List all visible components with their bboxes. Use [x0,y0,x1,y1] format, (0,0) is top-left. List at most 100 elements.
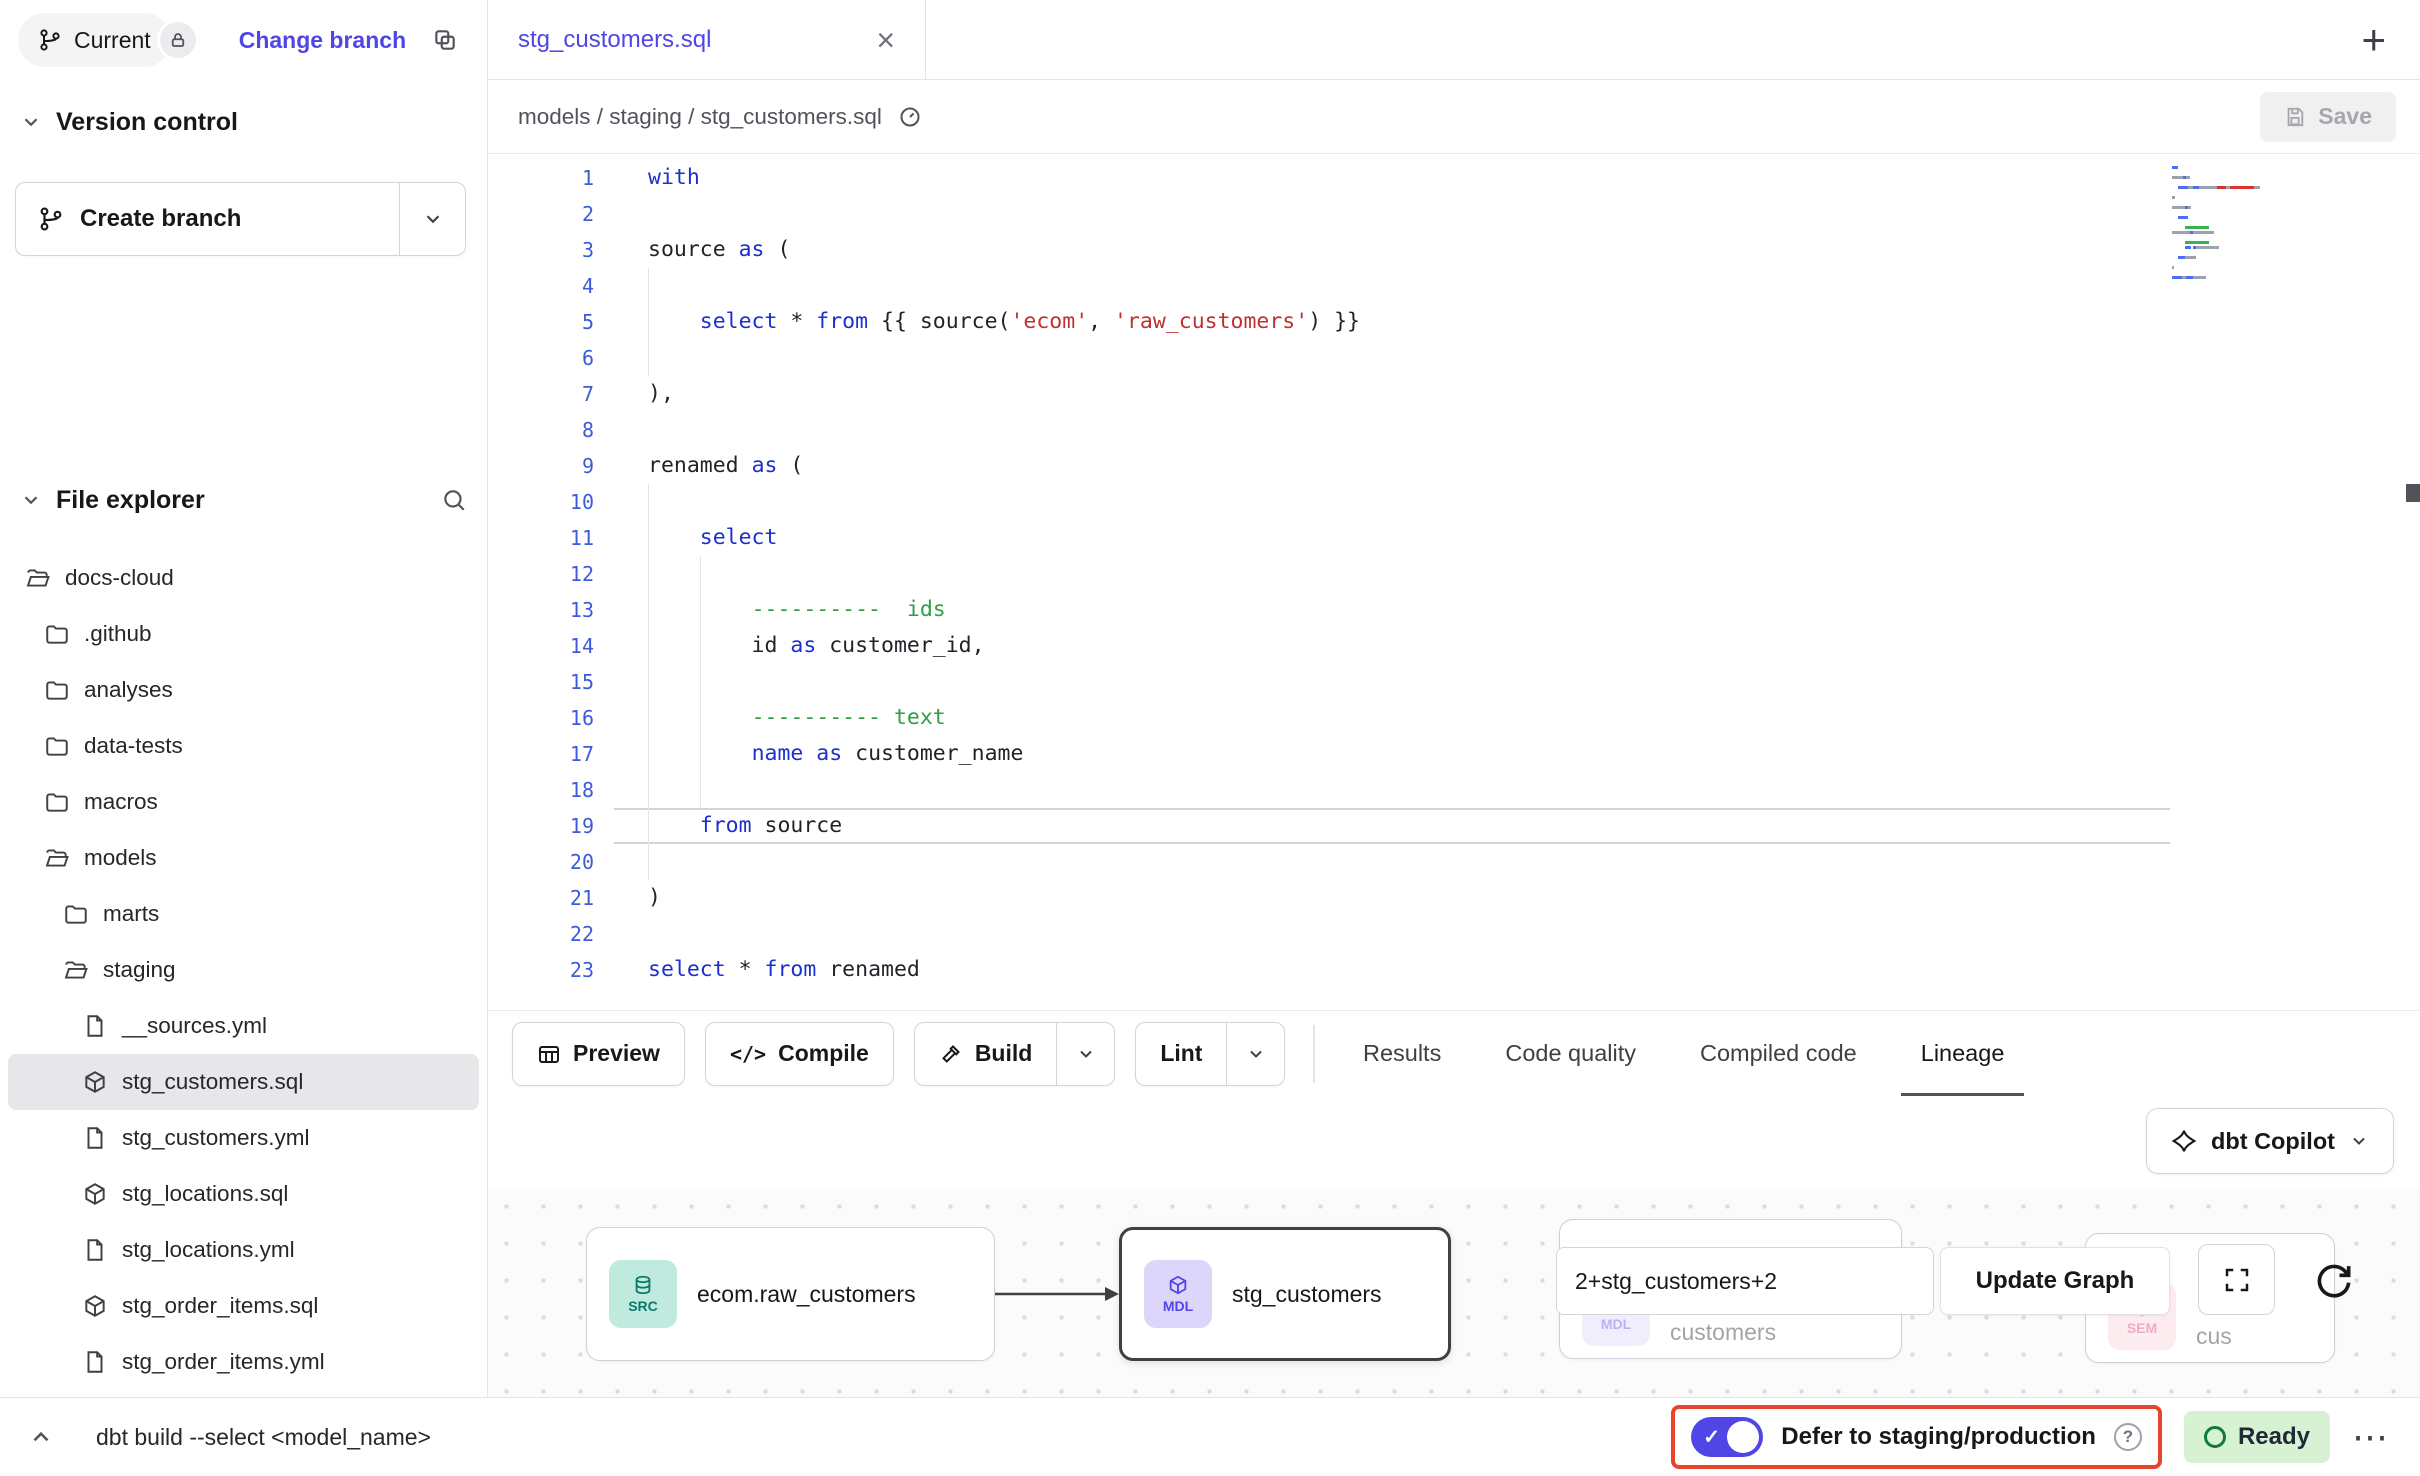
code-text[interactable]: ), [648,376,2170,412]
file-tree-item[interactable]: .github [8,606,479,662]
current-branch-button[interactable]: Current [18,13,171,67]
code-text[interactable] [648,844,2170,880]
code-line[interactable]: 3 source as ( [488,232,2420,268]
code-line[interactable]: 21 ) [488,880,2420,916]
defer-toggle[interactable]: ✓ [1691,1417,1763,1457]
code-text[interactable] [648,268,2170,304]
code-line[interactable]: 20 [488,844,2420,880]
file-tree-item[interactable]: marts [8,886,479,942]
code-text[interactable]: select * from renamed [648,952,2170,988]
file-tree-item[interactable]: analyses [8,662,479,718]
code-text[interactable] [648,484,2170,520]
code-line[interactable]: 2 [488,196,2420,232]
minimap[interactable] [2172,166,2292,281]
build-button[interactable]: Build [914,1022,1116,1086]
save-button[interactable]: Save [2260,92,2396,142]
code-text[interactable]: ---------- text [648,700,2170,736]
file-tree-item[interactable]: stg_customers.sql [8,1054,479,1110]
code-line[interactable]: 13 ---------- ids [488,592,2420,628]
code-line[interactable]: 10 [488,484,2420,520]
code-line[interactable]: 18 [488,772,2420,808]
code-line[interactable]: 1 with [488,160,2420,196]
code-line[interactable]: 5 select * from {{ source('ecom', 'raw_c… [488,304,2420,340]
code-text[interactable]: select * from {{ source('ecom', 'raw_cus… [648,304,2170,340]
create-branch-button[interactable]: Create branch [15,182,466,256]
tab-results[interactable]: Results [1331,1011,1473,1096]
help-icon[interactable]: ? [2114,1423,2142,1451]
code-text[interactable]: source as ( [648,232,2170,268]
code-line[interactable]: 15 [488,664,2420,700]
file-explorer-header[interactable]: File explorer [0,472,487,528]
code-line[interactable]: 4 [488,268,2420,304]
file-tree-item[interactable]: models [8,830,479,886]
code-text[interactable] [648,412,2170,448]
code-text[interactable] [648,556,2170,592]
code-text[interactable]: from source [648,808,2170,844]
refresh-button[interactable] [2312,1257,2356,1307]
file-tree-item[interactable]: stg_order_items.sql [8,1278,479,1334]
file-tree-item[interactable]: __sources.yml [8,998,479,1054]
more-options-button[interactable]: ⋯ [2352,1419,2390,1455]
change-branch-link[interactable]: Change branch [239,27,406,54]
code-text[interactable]: select [648,520,2170,556]
code-line[interactable]: 14 id as customer_id, [488,628,2420,664]
file-tree-item[interactable]: docs-cloud [8,550,479,606]
code-text[interactable] [648,916,2170,952]
compile-button[interactable]: </> Compile [705,1022,894,1086]
code-line[interactable]: 11 select [488,520,2420,556]
tab-compiled-code[interactable]: Compiled code [1668,1011,1889,1096]
model-status-icon[interactable] [898,105,922,129]
tab-lineage[interactable]: Lineage [1889,1011,2037,1096]
lint-dropdown-caret[interactable] [1226,1023,1284,1085]
copy-icon[interactable] [432,27,458,53]
code-line[interactable]: 16 ---------- text [488,700,2420,736]
code-line[interactable]: 7 ), [488,376,2420,412]
code-line[interactable]: 22 [488,916,2420,952]
build-dropdown-caret[interactable] [1056,1023,1114,1085]
tab-stg-customers-sql[interactable]: stg_customers.sql × [488,0,926,79]
file-tree-item[interactable]: data-tests [8,718,479,774]
code-text[interactable] [648,664,2170,700]
code-line[interactable]: 8 [488,412,2420,448]
file-tree-item[interactable]: stg_customers.yml [8,1110,479,1166]
code-line[interactable]: 9 renamed as ( [488,448,2420,484]
file-tree-item[interactable]: stg_order_items.yml [8,1334,479,1390]
tab-code-quality[interactable]: Code quality [1473,1011,1668,1096]
chevron-up-icon[interactable] [28,1424,54,1450]
update-graph-button[interactable]: Update Graph [1940,1247,2170,1315]
lint-button[interactable]: Lint [1135,1022,1285,1086]
lineage-selector-input[interactable] [1556,1247,1934,1315]
code-text[interactable]: ---------- ids [648,592,2170,628]
code-text[interactable] [648,772,2170,808]
lineage-canvas[interactable]: MDL customers SEM cus SRC ecom.raw_custo… [488,1188,2420,1397]
preview-button[interactable]: Preview [512,1022,685,1086]
code-text[interactable]: with [648,160,2170,196]
code-text[interactable] [648,196,2170,232]
editor-scrollbar[interactable] [2406,484,2420,502]
code-text[interactable] [648,340,2170,376]
code-line[interactable]: 23 select * from renamed [488,952,2420,988]
code-line[interactable]: 12 [488,556,2420,592]
file-tree-item[interactable]: stg_locations.yml [8,1222,479,1278]
code-line[interactable]: 17 name as customer_name [488,736,2420,772]
code-text[interactable]: id as customer_id, [648,628,2170,664]
lineage-node-model[interactable]: MDL stg_customers [1119,1227,1451,1361]
search-icon[interactable] [441,487,467,513]
lineage-node-source[interactable]: SRC ecom.raw_customers [586,1227,995,1361]
new-tab-button[interactable]: + [2361,19,2386,61]
file-tree-item[interactable]: macros [8,774,479,830]
version-control-header[interactable]: Version control [0,94,487,150]
file-tree-item[interactable]: staging [8,942,479,998]
code-editor[interactable]: 1 with 2 3 source as ( 4 5 select * from… [488,154,2420,1010]
code-text[interactable]: renamed as ( [648,448,2170,484]
create-branch-caret[interactable] [399,183,465,255]
code-line[interactable]: 6 [488,340,2420,376]
close-icon[interactable]: × [876,24,895,56]
file-tree-item[interactable]: stg_locations.sql [8,1166,479,1222]
code-text[interactable]: ) [648,880,2170,916]
dbt-copilot-button[interactable]: dbt Copilot [2146,1108,2394,1174]
code-line[interactable]: 19 from source [488,808,2420,844]
create-branch-main[interactable]: Create branch [16,183,399,255]
code-text[interactable]: name as customer_name [648,736,2170,772]
fullscreen-button[interactable] [2198,1244,2275,1315]
